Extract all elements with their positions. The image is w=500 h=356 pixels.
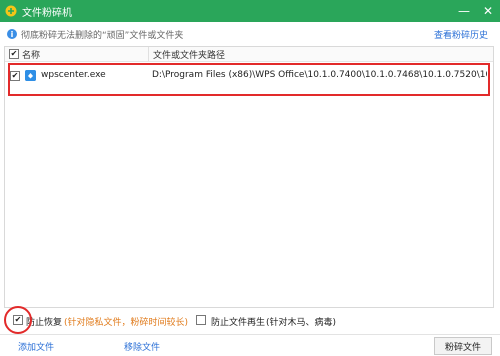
shred-logo-icon [5, 5, 17, 17]
title-bar: 文件粉碎机 — ✕ [0, 0, 500, 22]
window-title: 文件粉碎机 [22, 7, 72, 19]
file-path: D:\Program Files (x86)\WPS Office\10.1.0… [152, 70, 487, 80]
file-name: wpscenter.exe [41, 70, 106, 80]
view-history-link[interactable]: 查看粉碎历史 [434, 28, 488, 41]
column-divider[interactable] [148, 47, 149, 61]
table-header: ✔ 名称 文件或文件夹路径 [5, 47, 493, 62]
minimize-button[interactable]: — [452, 0, 476, 22]
shred-files-button[interactable]: 粉碎文件 [434, 337, 492, 355]
add-file-link[interactable]: 添加文件 [18, 340, 54, 353]
table-row[interactable]: ✔ wpscenter.exe D:\Program Files (x86)\W… [5, 68, 493, 84]
prevent-regeneration-label[interactable]: 防止文件再生 [211, 315, 265, 328]
file-table: ✔ 名称 文件或文件夹路径 ✔ wpscenter.exe D:\Program… [4, 46, 494, 308]
bottom-bar: 添加文件 移除文件 粉碎文件 [0, 334, 500, 356]
prevent-regeneration-note: (针对木马、病毒) [266, 318, 337, 328]
prevent-recovery-note: (针对隐私文件，粉碎时间较长) [64, 318, 189, 328]
prevent-recovery-label[interactable]: 防止恢复 [26, 315, 62, 328]
prevent-regeneration-checkbox[interactable] [196, 315, 206, 325]
select-all-checkbox[interactable]: ✔ [9, 49, 19, 59]
prevent-recovery-checkbox[interactable]: ✔ [13, 315, 23, 325]
info-bar: i 彻底粉碎无法删除的“顽固”文件或文件夹 查看粉碎历史 [0, 26, 500, 42]
remove-file-link[interactable]: 移除文件 [124, 340, 160, 353]
column-header-path[interactable]: 文件或文件夹路径 [153, 48, 225, 61]
row-checkbox[interactable]: ✔ [10, 71, 20, 81]
info-text: 彻底粉碎无法删除的“顽固”文件或文件夹 [21, 30, 184, 41]
info-icon: i [7, 29, 17, 39]
close-button[interactable]: ✕ [476, 0, 500, 22]
column-header-name[interactable]: 名称 [22, 48, 40, 61]
options-bar: ✔ 防止恢复 (针对隐私文件，粉碎时间较长) 防止文件再生 (针对木马、病毒) [0, 312, 500, 328]
exe-file-icon [25, 70, 36, 81]
